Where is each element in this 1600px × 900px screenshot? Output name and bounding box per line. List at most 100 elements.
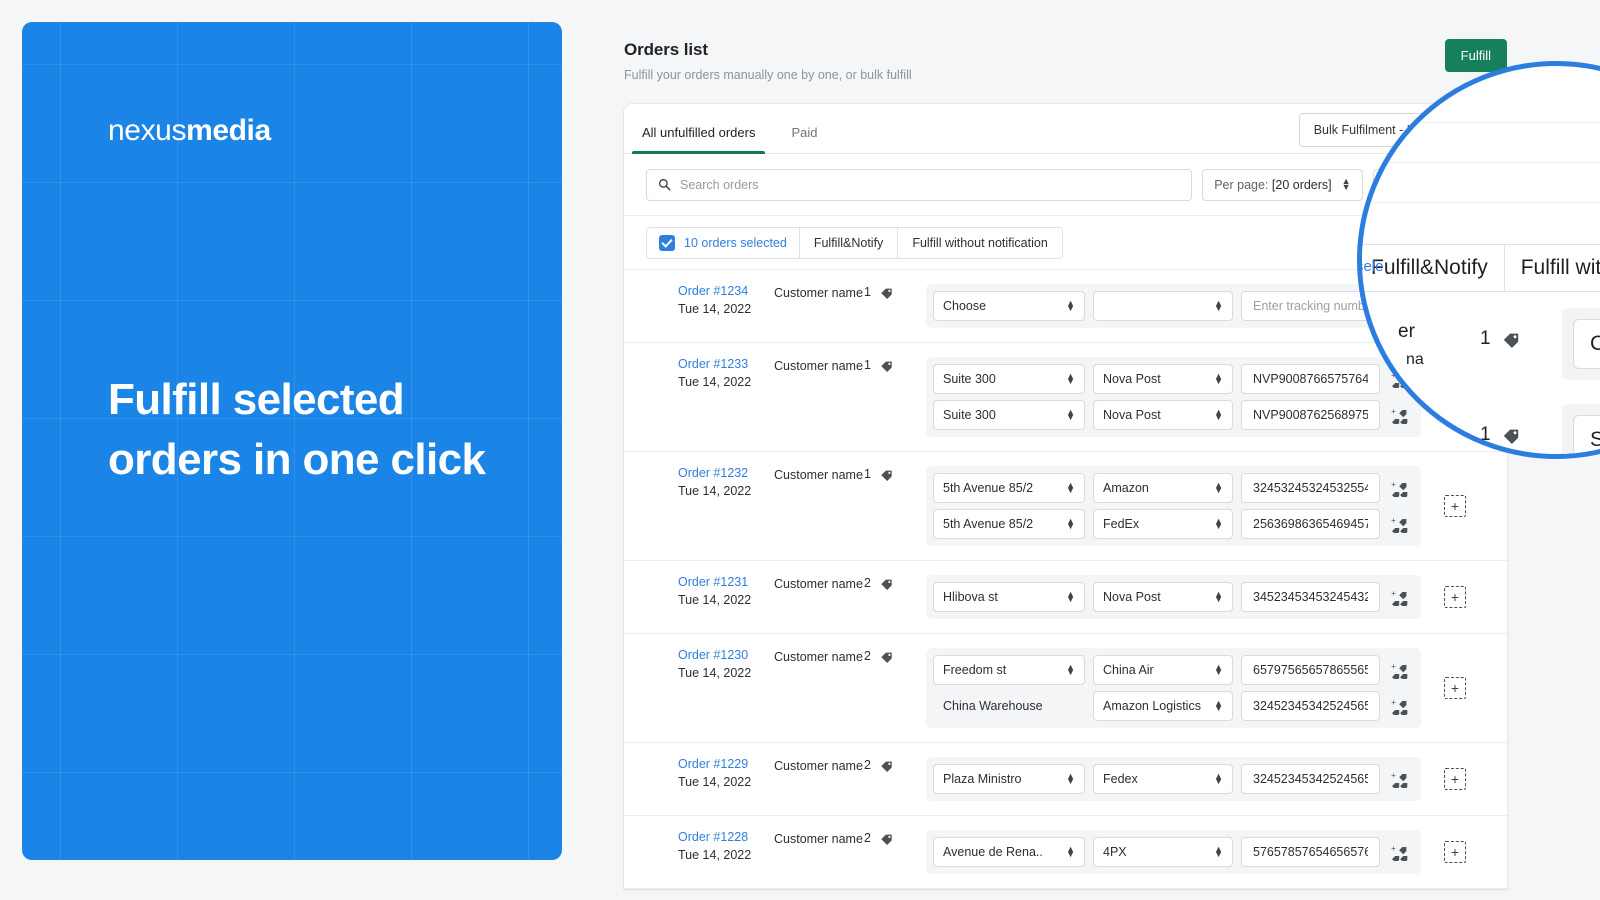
search-input[interactable] — [680, 177, 1181, 192]
shipment-carrier-select[interactable]: Fedex ▲ ▼ — [1093, 764, 1233, 794]
shipment-address-select[interactable]: Suite 300 ▲ ▼ — [933, 364, 1085, 394]
shipment-carrier-value: Amazon Logistics — [1103, 699, 1201, 713]
tracking-number-input[interactable] — [1241, 291, 1380, 321]
order-id-link[interactable]: Order #1229 — [678, 757, 774, 771]
add-tag-icon[interactable]: + — [1388, 765, 1414, 793]
shipment-address-select[interactable]: Plaza Ministro ▲ ▼ — [933, 764, 1085, 794]
customer-name: Customer name — [774, 759, 863, 773]
shipment-line: Hlibova st ▲▼ Nova Post ▲▼ + — [933, 582, 1414, 612]
tracking-number-input[interactable] — [1241, 364, 1380, 394]
shipments-cell: Hlibova st ▲▼ Nova Post ▲▼ + — [926, 575, 1421, 619]
shipment-address-value: 5th Avenue 85/2 — [943, 481, 1034, 495]
shipment-line: 5th Avenue 85/2 ▲▼ Amazon ▲▼ + — [933, 473, 1414, 503]
select-all-wrapper[interactable]: 10 orders selected — [647, 228, 799, 258]
search-box[interactable] — [646, 168, 1193, 201]
add-shipment-icon[interactable]: + — [1444, 495, 1466, 517]
shipment-address-value: Suite 300 — [943, 408, 996, 422]
shipment-carrier-select[interactable]: Amazon Logistics ▲ ▼ — [1093, 691, 1233, 721]
order-id-link[interactable]: Order #1231 — [678, 575, 774, 589]
tracking-number-input[interactable] — [1241, 473, 1380, 503]
order-date: Tue 14, 2022 — [678, 593, 752, 607]
chevron-updown-icon: ▲▼ — [1214, 588, 1223, 604]
magnified-fulfill-without-notification[interactable]: Fulfill without notification — [1504, 245, 1600, 291]
shipment-line: Suite 300▲▼Nova Post▲▼+ — [933, 364, 1414, 394]
tracking-number-input[interactable] — [1241, 400, 1380, 430]
chevron-updown-icon: ▲▼ — [1066, 588, 1075, 604]
item-count-value: 1 — [864, 285, 871, 299]
fulfill-and-notify-action[interactable]: Fulfill&Notify — [798, 227, 898, 258]
shipment-address-value: Avenue de Rena.. — [943, 845, 1043, 859]
add-tag-icon[interactable]: + — [1388, 474, 1414, 502]
shipment-group: 5th Avenue 85/2 ▲▼ Amazon ▲▼ +5th Avenue 85/… — [926, 466, 1421, 546]
shipment-address-select[interactable]: Hlibova st ▲ ▼ — [933, 582, 1085, 612]
row-checkbox-cell — [646, 648, 678, 651]
shipment-carrier-select[interactable]: Nova Post ▲ ▼ — [1093, 364, 1233, 394]
add-tag-icon[interactable]: + — [1388, 692, 1414, 720]
shipment-group: Plaza Ministro ▲▼ Fedex ▲▼ + — [926, 757, 1421, 801]
shipment-carrier-value: Fedex — [1103, 772, 1138, 786]
tracking-number-input[interactable] — [1241, 691, 1380, 721]
tracking-number-input[interactable] — [1241, 764, 1380, 794]
order-date: Tue 14, 2022 — [678, 484, 752, 498]
add-tag-icon[interactable]: + — [1388, 510, 1414, 538]
brand-logo: nexusmedia — [108, 114, 271, 148]
page-subtitle: Fulfill your orders manually one by one,… — [624, 68, 912, 82]
order-cell: Order #1230 Tue 14, 2022 — [678, 648, 774, 680]
order-id-link[interactable]: Order #1228 — [678, 830, 774, 844]
shipment-address-select[interactable]: 5th Avenue 85/2 ▲ ▼ — [933, 473, 1085, 503]
shipment-carrier-select[interactable]: Nova Post ▲ ▼ — [1093, 582, 1233, 612]
shipment-carrier-select[interactable]: Amazon ▲ ▼ — [1093, 473, 1233, 503]
tag-icon — [1503, 333, 1518, 348]
chevron-updown-icon: ▲▼ — [1214, 697, 1223, 713]
shipment-carrier-select[interactable]: Nova Post ▲ ▼ — [1093, 400, 1233, 430]
shipment-group: Choose▲▼▲▼+ — [926, 284, 1421, 328]
add-shipment-icon[interactable]: + — [1444, 841, 1466, 863]
add-shipment-icon[interactable]: + — [1444, 586, 1466, 608]
tracking-number-input[interactable] — [1241, 509, 1380, 539]
shipment-address-select[interactable]: Suite 300 ▲ ▼ — [933, 400, 1085, 430]
row-checkbox-cell — [646, 284, 678, 287]
magnifier-circle: Fulfill&Notify Fulfill without notificat… — [1357, 61, 1600, 459]
selection-bar-group: 10 orders selected Fulfill&Notify Fulfil… — [646, 226, 1063, 259]
chevron-updown-icon: ▲▼ — [1066, 770, 1075, 786]
selected-count-label: 10 orders selected — [684, 235, 787, 250]
shipment-address-select[interactable]: Freedom st ▲ ▼ — [933, 655, 1085, 685]
shipment-address-select[interactable]: China Warehouse — [933, 691, 1085, 721]
shipment-carrier-select[interactable]: 4PX ▲ ▼ — [1093, 837, 1233, 867]
per-page-select[interactable]: Per page: [20 orders] ▲ ▼ — [1202, 168, 1363, 201]
shipment-address-value: Suite 300 — [943, 372, 996, 386]
shipment-address-select[interactable]: Choose ▲ ▼ — [933, 291, 1085, 321]
shipment-carrier-value: Nova Post — [1103, 372, 1161, 386]
select-all-checkbox[interactable] — [659, 234, 675, 251]
magnified-second-select[interactable]: Su — [1573, 415, 1600, 454]
item-count: 2 — [864, 757, 926, 772]
table-row: Order #1230 Tue 14, 2022 Customer name 2 Fre… — [624, 634, 1507, 743]
add-tag-icon[interactable]: + — [1388, 838, 1414, 866]
order-id-link[interactable]: Order #1233 — [678, 357, 774, 371]
fulfill-without-notification-action[interactable]: Fulfill without notification — [897, 227, 1062, 258]
add-shipment-icon[interactable]: + — [1444, 768, 1466, 790]
magnified-choose-select[interactable]: Choose — [1573, 319, 1600, 369]
shipment-carrier-select[interactable]: FedEx ▲ ▼ — [1093, 509, 1233, 539]
order-cell: Order #1228 Tue 14, 2022 — [678, 830, 774, 862]
tracking-number-input[interactable] — [1241, 837, 1380, 867]
magnified-qty-a: 1 — [1480, 328, 1520, 350]
add-tag-icon[interactable]: + — [1388, 583, 1414, 611]
shipment-address-select[interactable]: 5th Avenue 85/2 ▲ ▼ — [933, 509, 1085, 539]
shipment-address-select[interactable]: Avenue de Rena.. ▲ ▼ — [933, 837, 1085, 867]
tab-all-unfulfilled-orders[interactable]: All unfulfilled orders — [624, 125, 773, 154]
shipment-carrier-value: FedEx — [1103, 517, 1140, 531]
add-shipment-icon[interactable]: + — [1444, 677, 1466, 699]
tracking-number-input[interactable] — [1241, 655, 1380, 685]
item-count: 2 — [864, 830, 926, 845]
chevron-updown-icon: ▲▼ — [1066, 406, 1075, 422]
shipment-carrier-select[interactable]: ▲ ▼ — [1093, 291, 1233, 321]
add-tag-icon[interactable]: + — [1388, 656, 1414, 684]
shipment-carrier-select[interactable]: China Air ▲ ▼ — [1093, 655, 1233, 685]
order-id-link[interactable]: Order #1230 — [678, 648, 774, 662]
tracking-number-input[interactable] — [1241, 582, 1380, 612]
order-id-link[interactable]: Order #1232 — [678, 466, 774, 480]
table-row: Order #1232 Tue 14, 2022 Customer name 1 5th… — [624, 452, 1507, 561]
tab-paid[interactable]: Paid — [773, 125, 835, 153]
order-id-link[interactable]: Order #1234 — [678, 284, 774, 298]
